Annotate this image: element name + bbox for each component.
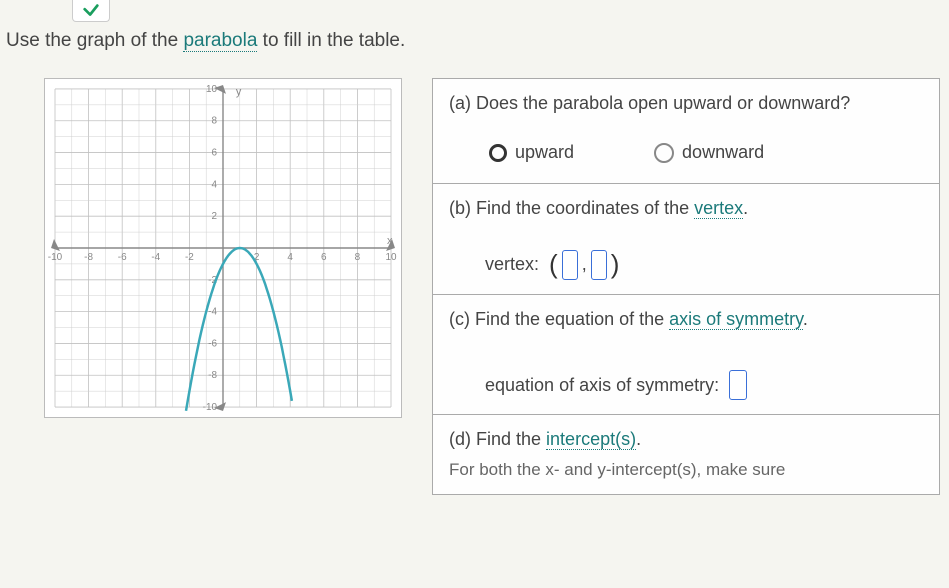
term-intercepts[interactable]: intercept(s) [546, 429, 636, 450]
radio-upward-label: upward [515, 142, 574, 163]
svg-text:-6: -6 [208, 338, 217, 349]
questions-table: (a) Does the parabola open upward or dow… [432, 78, 940, 495]
part-b: (b) Find the coordinates of the vertex. … [433, 184, 939, 295]
svg-text:-8: -8 [208, 370, 217, 381]
svg-text:-10: -10 [48, 252, 63, 263]
radio-upward[interactable]: upward [489, 142, 574, 163]
svg-text:-4: -4 [208, 307, 217, 318]
axis-symmetry-input[interactable] [729, 370, 747, 400]
svg-text:10: 10 [206, 84, 218, 95]
radio-icon [489, 144, 507, 162]
completed-check-icon [72, 0, 110, 22]
radio-downward[interactable]: downward [654, 142, 764, 163]
svg-text:-4: -4 [151, 252, 160, 263]
svg-text:4: 4 [287, 252, 293, 263]
svg-text:4: 4 [212, 179, 218, 190]
graph-panel: -10-8-6-4-2246810-10-8-6-4-2246810 y x [44, 78, 402, 418]
svg-text:8: 8 [212, 116, 218, 127]
svg-text:-6: -6 [118, 252, 127, 263]
svg-text:-10: -10 [203, 402, 218, 413]
x-axis-label: x [387, 235, 393, 247]
part-c: (c) Find the equation of the axis of sym… [433, 295, 939, 415]
part-d-hint: For both the x- and y-intercept(s), make… [449, 460, 923, 480]
instruction-text: Use the graph of the parabola to fill in… [6, 30, 405, 52]
term-parabola[interactable]: parabola [183, 30, 257, 52]
instruction-pre: Use the graph of the [6, 30, 183, 51]
radio-icon [654, 143, 674, 163]
instruction-post: to fill in the table. [257, 30, 405, 51]
part-d-prompt: (d) Find the intercept(s). [449, 429, 923, 450]
vertex-y-input[interactable] [591, 250, 607, 280]
svg-text:6: 6 [321, 252, 327, 263]
svg-text:8: 8 [355, 252, 361, 263]
svg-text:2: 2 [212, 211, 218, 222]
part-b-prompt: (b) Find the coordinates of the vertex. [449, 198, 923, 219]
svg-text:10: 10 [385, 252, 397, 263]
axis-symmetry-label: equation of axis of symmetry: [485, 375, 719, 396]
part-a-prompt: (a) Does the parabola open upward or dow… [449, 93, 923, 114]
svg-text:-2: -2 [185, 252, 194, 263]
radio-downward-label: downward [682, 142, 764, 163]
term-vertex[interactable]: vertex [694, 198, 743, 219]
vertex-label: vertex: [485, 254, 539, 275]
vertex-input-group: ( , ) [549, 249, 619, 280]
part-a: (a) Does the parabola open upward or dow… [433, 79, 939, 184]
y-axis-label: y [236, 86, 242, 98]
svg-text:-8: -8 [84, 252, 93, 263]
part-c-prompt: (c) Find the equation of the axis of sym… [449, 309, 923, 330]
svg-text:6: 6 [212, 148, 218, 159]
part-d: (d) Find the intercept(s). For both the … [433, 415, 939, 494]
parabola-graph: -10-8-6-4-2246810-10-8-6-4-2246810 y x [45, 79, 401, 417]
term-axis-of-symmetry[interactable]: axis of symmetry [669, 309, 803, 330]
vertex-x-input[interactable] [562, 250, 578, 280]
